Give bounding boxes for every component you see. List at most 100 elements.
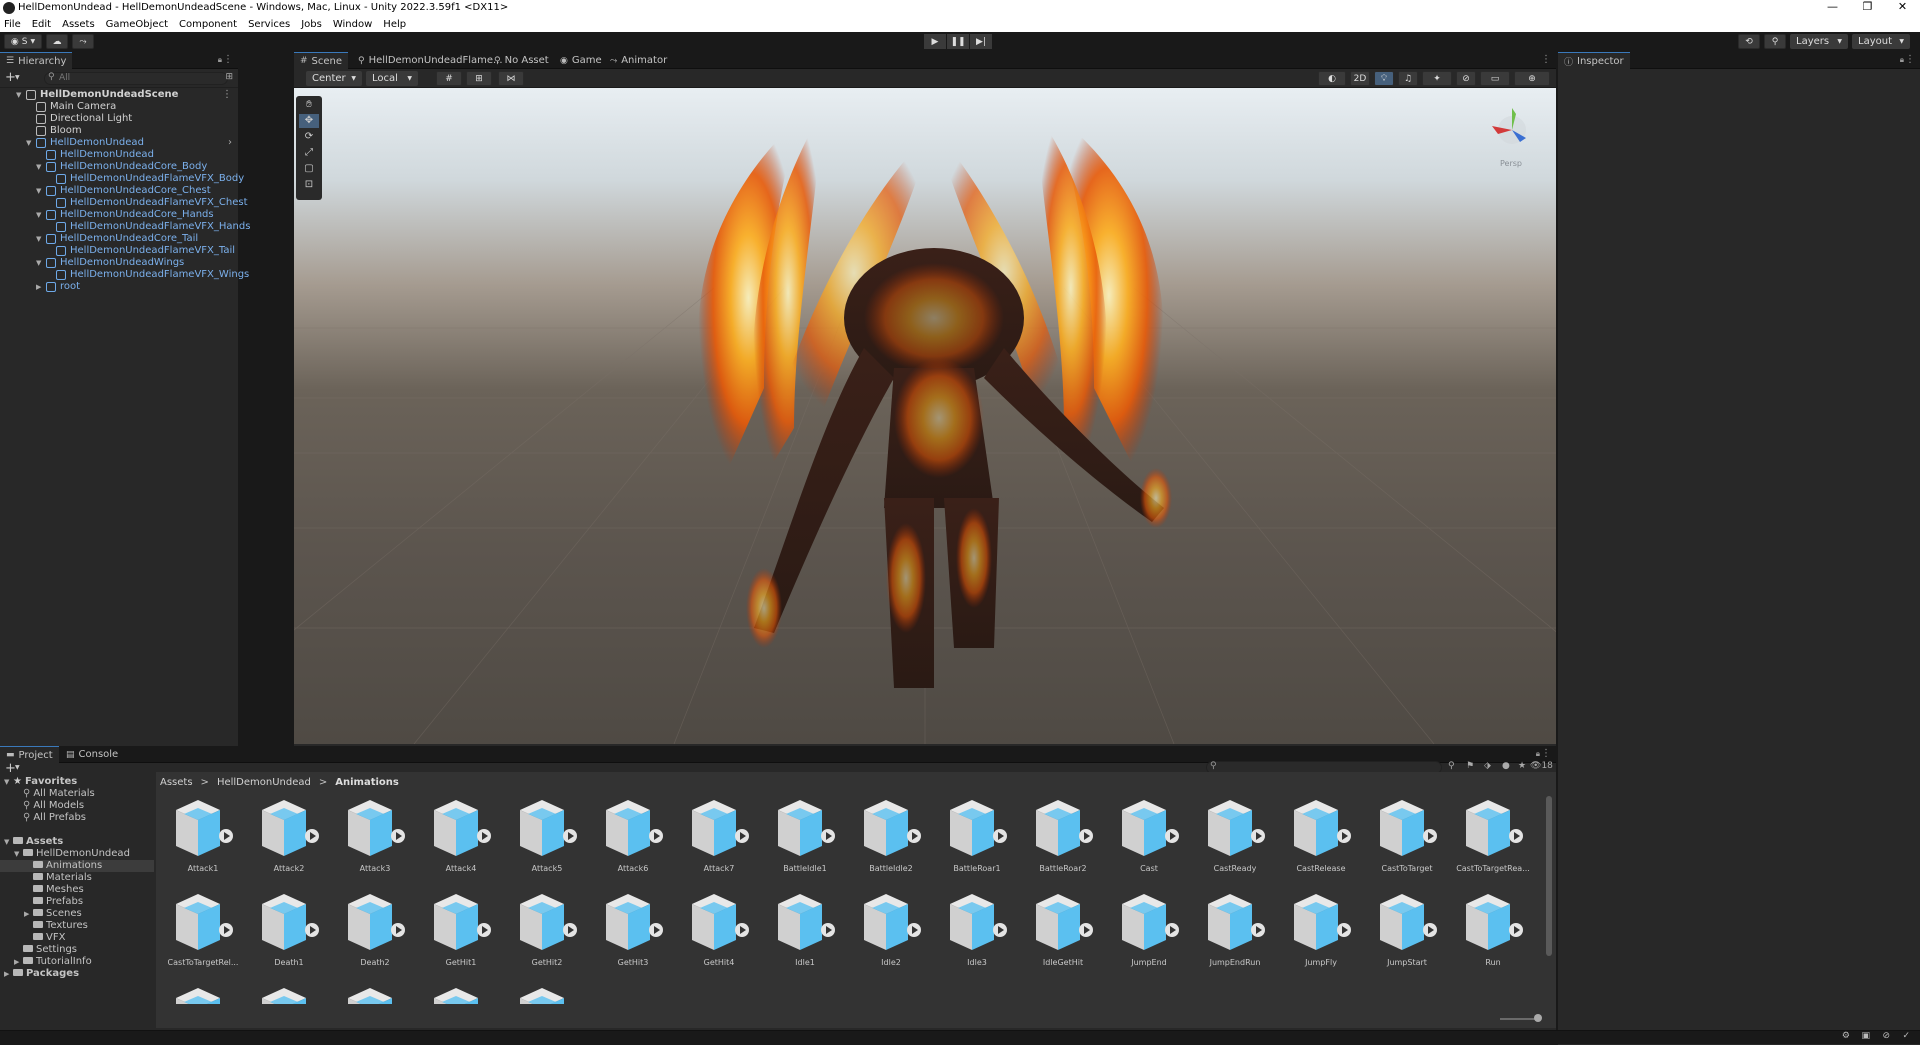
project-tree-item[interactable]: VFX bbox=[0, 932, 154, 944]
hierarchy-item[interactable]: HellDemonUndeadFlameVFX_Body bbox=[0, 173, 244, 185]
animation-clip-asset[interactable]: CastToTargetRel... bbox=[160, 890, 246, 982]
project-tree-item[interactable]: ▼ Assets bbox=[0, 836, 154, 848]
animation-clip-asset[interactable]: BattleRoar2 bbox=[1020, 796, 1106, 888]
orientation-gizmo[interactable]: Persp bbox=[1492, 108, 1526, 168]
collapse-arrow-icon[interactable]: ▼ bbox=[36, 233, 41, 245]
hierarchy-item[interactable]: ▼ HellDemonUndead › bbox=[0, 137, 238, 149]
menu-gameobject[interactable]: GameObject bbox=[106, 19, 168, 30]
effects-dropdown[interactable]: ✦ bbox=[1422, 71, 1452, 86]
scale-tool-icon[interactable]: ⤢ bbox=[299, 146, 319, 160]
animation-clip-asset[interactable]: Attack4 bbox=[418, 796, 504, 888]
collapse-arrow-icon[interactable]: ▼ bbox=[14, 848, 23, 860]
pivot-mode-dropdown[interactable]: Center ▼ bbox=[306, 71, 362, 86]
menu-services[interactable]: Services bbox=[248, 19, 290, 30]
breadcrumb-animations[interactable]: Animations bbox=[335, 777, 399, 788]
animation-clip-asset[interactable]: Idle2 bbox=[848, 890, 934, 982]
more-menu-icon[interactable]: ⋮ bbox=[1541, 54, 1551, 65]
menu-assets[interactable]: Assets bbox=[62, 19, 95, 30]
animation-clip-asset[interactable]: CastToTargetRea... bbox=[1450, 796, 1536, 888]
rect-tool-icon[interactable]: ▢ bbox=[299, 162, 319, 176]
breadcrumb-helldemonundead[interactable]: HellDemonUndead bbox=[217, 777, 311, 788]
hierarchy-item[interactable]: HellDemonUndeadFlameVFX_Wings bbox=[0, 269, 249, 281]
audio-toggle[interactable]: ♫ bbox=[1398, 71, 1418, 86]
tab-no-asset[interactable]: ⚲ No Asset bbox=[488, 52, 555, 69]
project-tree-item[interactable]: ▶ Packages bbox=[0, 968, 154, 980]
hierarchy-item[interactable]: Bloom bbox=[0, 125, 238, 137]
hierarchy-item[interactable]: HellDemonUndeadFlameVFX_Tail bbox=[0, 245, 238, 257]
animation-clip-asset[interactable]: Death2 bbox=[332, 890, 418, 982]
animation-clip-asset[interactable]: Run bbox=[1450, 890, 1536, 982]
project-tree-item[interactable]: ▶ Scenes bbox=[0, 908, 154, 920]
collapse-arrow-icon[interactable]: ▼ bbox=[4, 776, 13, 788]
tag-icon[interactable]: ⬗ bbox=[1484, 761, 1491, 771]
animation-clip-asset[interactable] bbox=[246, 984, 332, 1004]
hierarchy-item[interactable]: HellDemonUndead bbox=[0, 149, 238, 161]
animation-clip-asset[interactable]: JumpFly bbox=[1278, 890, 1364, 982]
status-ok-icon[interactable]: ✓ bbox=[1902, 1031, 1910, 1041]
version-control-button[interactable]: ⤳ bbox=[72, 34, 94, 49]
animation-clip-asset[interactable]: CastToTarget bbox=[1364, 796, 1450, 888]
debug-icon[interactable]: ⚙ bbox=[1842, 1031, 1850, 1041]
project-tree-item[interactable]: ⚲ All Materials bbox=[0, 788, 154, 800]
animation-clip-asset[interactable]: CastReady bbox=[1192, 796, 1278, 888]
lighting-toggle[interactable]: 💡︎ bbox=[1374, 71, 1394, 86]
animation-clip-asset[interactable]: BattleIdle1 bbox=[762, 796, 848, 888]
animation-clip-asset[interactable]: Attack6 bbox=[590, 796, 676, 888]
menu-edit[interactable]: Edit bbox=[32, 19, 51, 30]
animation-clip-asset[interactable]: Attack1 bbox=[160, 796, 246, 888]
tab-animator[interactable]: ⤳ Animator bbox=[604, 52, 673, 69]
hierarchy-scene-root[interactable]: ▼ HellDemonUndeadScene ⋮ bbox=[0, 89, 238, 101]
asset-grid-scrollbar[interactable] bbox=[1546, 796, 1552, 956]
warning-icon[interactable]: ● bbox=[1502, 761, 1510, 771]
project-tree-item[interactable]: ▶ TutorialInfo bbox=[0, 956, 154, 968]
animation-clip-asset[interactable]: IdleGetHit bbox=[1020, 890, 1106, 982]
menu-file[interactable]: File bbox=[4, 19, 21, 30]
lock-icon[interactable]: 🔒︎ bbox=[218, 55, 222, 65]
tab-inspector[interactable]: ⓘ Inspector bbox=[1558, 52, 1630, 69]
menu-window[interactable]: Window bbox=[333, 19, 372, 30]
breadcrumb-assets[interactable]: Assets bbox=[160, 777, 193, 788]
animation-clip-asset[interactable]: JumpStart bbox=[1364, 890, 1450, 982]
project-tree-item[interactable]: Animations bbox=[0, 860, 154, 872]
tab-scene[interactable]: # Scene bbox=[294, 52, 349, 69]
hierarchy-item[interactable]: HellDemonUndeadFlameVFX_Hands bbox=[0, 221, 250, 233]
rotate-tool-icon[interactable]: ⟳ bbox=[299, 130, 319, 144]
animation-clip-asset[interactable]: Idle3 bbox=[934, 890, 1020, 982]
expand-arrow-icon[interactable]: ▶ bbox=[36, 281, 41, 293]
search-by-type-icon[interactable]: ⚲ bbox=[1448, 761, 1455, 771]
chevron-down-icon[interactable]: ▼ bbox=[15, 74, 20, 81]
more-menu-icon[interactable]: ⋮ bbox=[1541, 748, 1551, 759]
tab-console[interactable]: ▤ Console bbox=[60, 746, 124, 763]
chevron-down-icon[interactable]: ▼ bbox=[15, 764, 20, 771]
hierarchy-item[interactable]: Main Camera bbox=[0, 101, 238, 113]
expand-arrow-icon[interactable]: ▶ bbox=[24, 908, 33, 920]
draw-mode-button[interactable]: ◐ bbox=[1318, 71, 1346, 86]
lock-icon[interactable]: 🔒︎ bbox=[1536, 749, 1540, 759]
cache-icon[interactable]: ▣ bbox=[1861, 1031, 1870, 1041]
layout-dropdown[interactable]: Layout ▼ bbox=[1852, 34, 1910, 49]
project-tree-item[interactable]: Textures bbox=[0, 920, 154, 932]
animation-clip-asset[interactable]: GetHit2 bbox=[504, 890, 590, 982]
animation-clip-asset[interactable]: Attack5 bbox=[504, 796, 590, 888]
hierarchy-item[interactable]: ▼ HellDemonUndeadCore_Chest bbox=[0, 185, 238, 197]
gizmos-dropdown[interactable]: ⊕ bbox=[1514, 71, 1550, 86]
account-dropdown[interactable]: ◉ S ▼ bbox=[4, 34, 42, 49]
project-tree-item[interactable]: Meshes bbox=[0, 884, 154, 896]
camera-dropdown[interactable]: ▭ bbox=[1480, 71, 1510, 86]
animation-clip-asset[interactable]: JumpEnd bbox=[1106, 890, 1192, 982]
hierarchy-item[interactable]: ▼ HellDemonUndeadCore_Hands bbox=[0, 209, 238, 221]
project-tree-item[interactable]: ▼ HellDemonUndead bbox=[0, 848, 154, 860]
menu-jobs[interactable]: Jobs bbox=[301, 19, 322, 30]
layers-dropdown[interactable]: Layers ▼ bbox=[1790, 34, 1848, 49]
menu-component[interactable]: Component bbox=[179, 19, 237, 30]
play-button[interactable]: ▶ bbox=[924, 34, 946, 49]
project-tree-item[interactable]: Settings bbox=[0, 944, 154, 956]
project-tree-item[interactable]: Prefabs bbox=[0, 896, 154, 908]
expand-arrow-icon[interactable]: ▶ bbox=[14, 956, 23, 968]
search-button[interactable]: ⚲ bbox=[1764, 34, 1786, 49]
tab-vfx-graph[interactable]: ⚲ HellDemonUndeadFlame... bbox=[352, 52, 509, 69]
collapse-arrow-icon[interactable]: ▼ bbox=[36, 257, 41, 269]
network-icon[interactable]: ⊘ bbox=[1882, 1031, 1890, 1041]
collapse-arrow-icon[interactable]: ▼ bbox=[36, 185, 41, 197]
more-menu-icon[interactable]: ⋮ bbox=[1905, 54, 1915, 65]
